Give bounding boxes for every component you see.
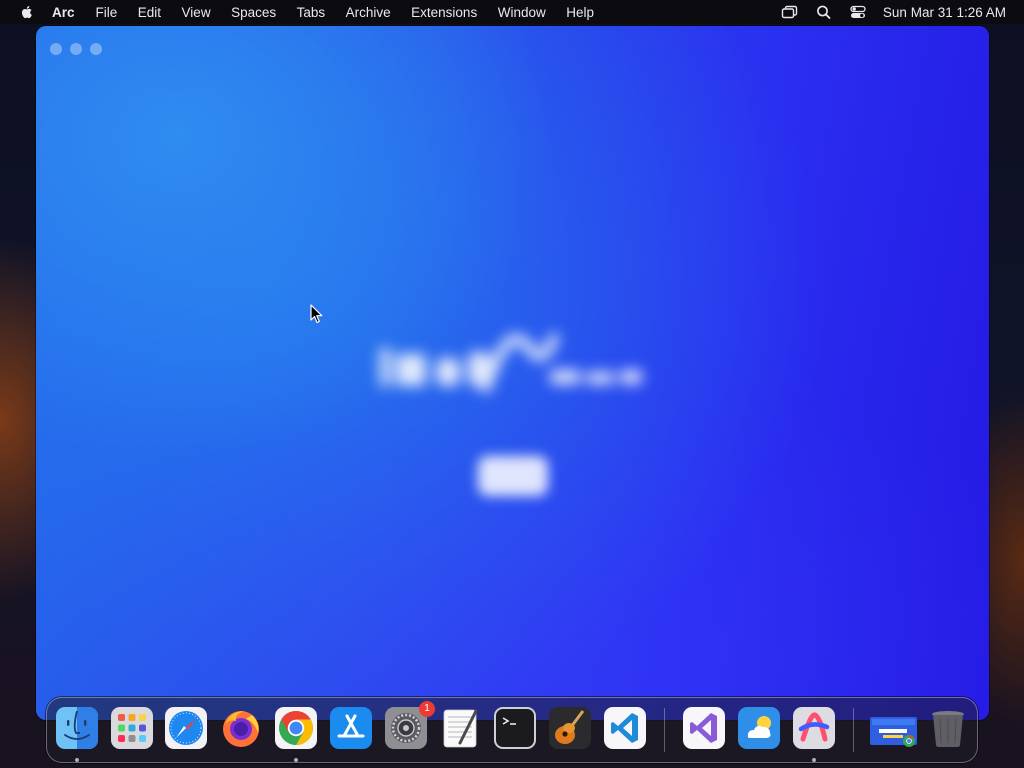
dock-item-firefox[interactable] <box>220 707 262 749</box>
app-store-icon <box>330 707 372 749</box>
dock-item-arc[interactable] <box>793 707 835 762</box>
menu-window[interactable]: Window <box>498 5 546 20</box>
finder-running-indicator <box>75 758 79 762</box>
arc-browser-window <box>36 26 989 720</box>
menu-help[interactable]: Help <box>566 5 594 20</box>
dock-item-chrome[interactable] <box>275 707 317 762</box>
menu-bar-left: Arc File Edit View Spaces Tabs Archive E… <box>0 0 614 24</box>
menu-spaces[interactable]: Spaces <box>231 5 276 20</box>
chrome-webapp-icon <box>870 717 917 747</box>
dock-item-safari[interactable] <box>165 707 207 749</box>
terminal-icon <box>494 707 536 749</box>
spotlight-search-icon[interactable] <box>815 4 833 20</box>
chrome-running-indicator <box>294 758 298 762</box>
dock: 1 <box>46 697 978 763</box>
safari-icon <box>165 707 207 749</box>
dock-item-trash[interactable] <box>927 707 969 749</box>
menu-edit[interactable]: Edit <box>138 5 161 20</box>
dock-item-weather[interactable] <box>738 707 780 749</box>
launchpad-icon <box>111 707 153 749</box>
menu-bar: Arc File Edit View Spaces Tabs Archive E… <box>0 0 1024 24</box>
garageband-icon <box>549 707 591 749</box>
menu-tabs[interactable]: Tabs <box>297 5 326 20</box>
menu-archive[interactable]: Archive <box>346 5 391 20</box>
menu-view[interactable]: View <box>182 5 211 20</box>
visual-studio-icon <box>683 707 725 749</box>
menu-file[interactable]: File <box>96 5 118 20</box>
system-settings-badge: 1 <box>419 701 435 717</box>
window-close-button[interactable] <box>50 43 62 55</box>
textedit-icon <box>443 709 478 748</box>
menu-extensions[interactable]: Extensions <box>411 5 477 20</box>
menu-bar-right: Sun Mar 31 1:26 AM <box>765 0 1006 24</box>
mouse-cursor-icon <box>310 304 323 324</box>
trash-icon <box>932 711 964 747</box>
menu-app-name[interactable]: Arc <box>52 5 75 20</box>
window-zoom-button[interactable] <box>90 43 102 55</box>
dock-separator-recent <box>853 708 854 752</box>
dock-item-textedit[interactable] <box>440 707 482 749</box>
chrome-icon <box>275 707 317 749</box>
arc-icon <box>793 707 835 749</box>
dock-item-finder[interactable] <box>56 707 98 762</box>
weather-icon <box>738 707 780 749</box>
dock-item-launchpad[interactable] <box>111 707 153 749</box>
dock-item-chrome-webapp[interactable] <box>869 707 919 749</box>
dock-separator <box>664 708 665 752</box>
dock-item-app-store[interactable] <box>330 707 372 749</box>
dock-item-garageband[interactable] <box>549 707 591 749</box>
screen-mirroring-icon[interactable] <box>781 4 799 20</box>
dock-item-terminal[interactable] <box>494 707 536 749</box>
window-traffic-lights <box>50 43 102 55</box>
finder-icon <box>56 707 98 749</box>
window-minimize-button[interactable] <box>70 43 82 55</box>
apple-menu-icon[interactable] <box>19 4 35 20</box>
blurred-splash-button <box>478 456 548 496</box>
firefox-icon <box>223 711 259 747</box>
vscode-icon <box>604 707 646 749</box>
dock-item-vscode[interactable] <box>604 707 646 749</box>
dock-item-system-settings[interactable]: 1 <box>385 701 435 749</box>
control-center-icon[interactable] <box>849 4 867 20</box>
blurred-splash-logo <box>380 333 642 393</box>
menu-bar-clock[interactable]: Sun Mar 31 1:26 AM <box>883 5 1006 20</box>
arc-running-indicator <box>812 758 816 762</box>
dock-item-visual-studio[interactable] <box>683 707 725 749</box>
